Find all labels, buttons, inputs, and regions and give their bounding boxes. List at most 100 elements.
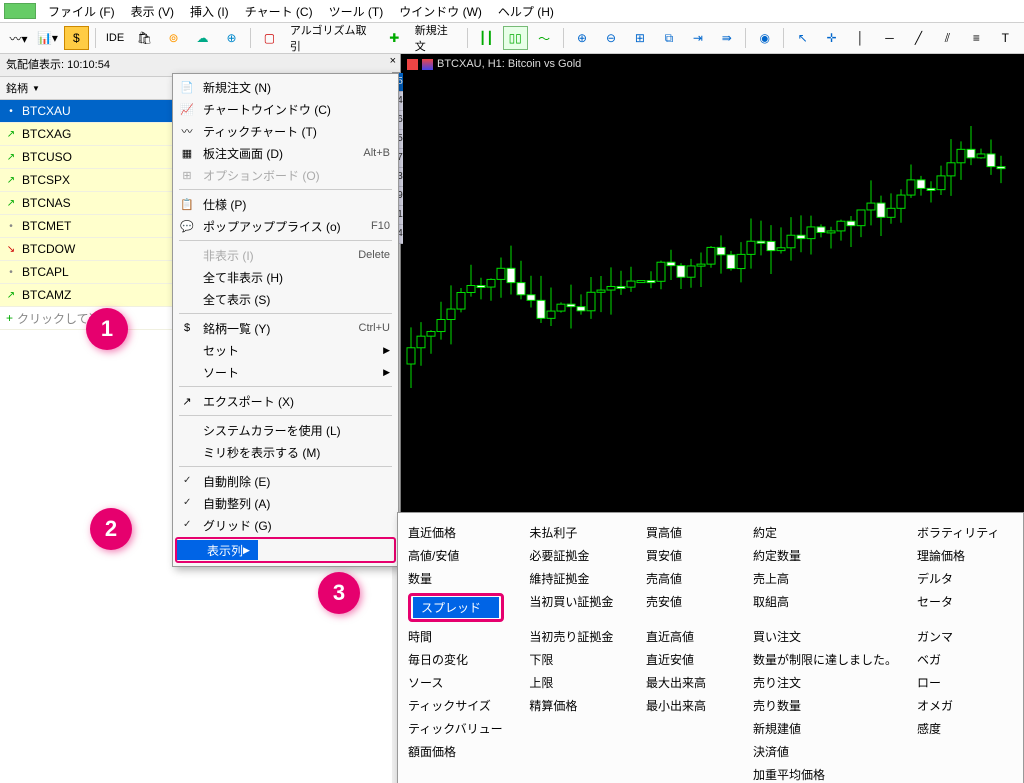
- context-item[interactable]: ソート▶: [173, 361, 398, 383]
- submenu-item[interactable]: 加重平均価格: [743, 763, 907, 783]
- submenu-item[interactable]: 未払利子: [519, 521, 636, 544]
- trendline-icon[interactable]: ╱: [906, 26, 931, 50]
- camera-icon[interactable]: ◉: [752, 26, 777, 50]
- menu-file[interactable]: ファイル (F): [40, 3, 123, 20]
- new-order-button[interactable]: 新規注文: [409, 22, 463, 54]
- submenu-item-spread[interactable]: スプレッド: [408, 593, 504, 622]
- dollar-icon[interactable]: $: [64, 26, 89, 50]
- submenu-item[interactable]: 下限: [519, 648, 636, 671]
- line-type-icon[interactable]: 〰▾: [6, 26, 31, 50]
- submenu-item[interactable]: 理論価格: [907, 544, 1023, 567]
- context-item[interactable]: セット▶: [173, 339, 398, 361]
- submenu-item[interactable]: 売上高: [743, 567, 907, 590]
- submenu-item[interactable]: 約定数量: [743, 544, 907, 567]
- submenu-item[interactable]: 直近安値: [636, 648, 743, 671]
- tile-icon[interactable]: ⧉: [656, 26, 681, 50]
- shift-icon[interactable]: ⇥: [685, 26, 710, 50]
- submenu-item[interactable]: 維持証拠金: [519, 567, 636, 590]
- submenu-item[interactable]: 取組高: [743, 590, 907, 625]
- submenu-item[interactable]: 当初売り証拠金: [519, 625, 636, 648]
- submenu-item[interactable]: 売り注文: [743, 671, 907, 694]
- context-item[interactable]: ▦板注文画面 (D)Alt+B: [173, 142, 398, 164]
- wifi-icon[interactable]: ⊚: [161, 26, 186, 50]
- submenu-item[interactable]: 新規建値: [743, 717, 907, 740]
- submenu-item[interactable]: デルタ: [907, 567, 1023, 590]
- submenu-item[interactable]: 直近価格: [398, 521, 519, 544]
- menu-view[interactable]: 表示 (V): [123, 3, 182, 20]
- submenu-item[interactable]: 数量: [398, 567, 519, 590]
- context-item-columns[interactable]: 表示列▶: [175, 537, 396, 563]
- cloud-icon[interactable]: ☁: [190, 26, 215, 50]
- ide-button[interactable]: IDE: [100, 32, 130, 44]
- menu-chart[interactable]: チャート (C): [237, 3, 321, 20]
- submenu-item[interactable]: 最小出来高: [636, 694, 743, 717]
- menu-window[interactable]: ウインドウ (W): [391, 3, 490, 20]
- line-chart-icon[interactable]: 〜: [532, 26, 557, 50]
- menu-help[interactable]: ヘルプ (H): [490, 3, 562, 20]
- zoom-in-icon[interactable]: ⊕: [570, 26, 595, 50]
- submenu-item[interactable]: 精算価格: [519, 694, 636, 717]
- context-item[interactable]: ✓自動削除 (E): [173, 470, 398, 492]
- shopping-icon[interactable]: 🛍: [132, 26, 157, 50]
- close-icon[interactable]: ×: [390, 55, 396, 67]
- submenu-item[interactable]: 時間: [398, 625, 519, 648]
- submenu-item[interactable]: スプレッド: [398, 590, 519, 625]
- submenu-item[interactable]: 買安値: [636, 544, 743, 567]
- context-item[interactable]: ミリ秒を表示する (M): [173, 441, 398, 463]
- context-item[interactable]: 📋仕様 (P): [173, 193, 398, 215]
- new-order-plus-icon[interactable]: ✚: [382, 26, 407, 50]
- submenu-item[interactable]: ガンマ: [907, 625, 1023, 648]
- context-item[interactable]: ✓自動整列 (A): [173, 492, 398, 514]
- bars-icon[interactable]: ┃┃: [474, 26, 499, 50]
- stop-icon[interactable]: ▢: [257, 26, 282, 50]
- zoom-out-icon[interactable]: ⊖: [599, 26, 624, 50]
- submenu-item[interactable]: 毎日の変化: [398, 648, 519, 671]
- submenu-item[interactable]: 決済値: [743, 740, 907, 763]
- context-item[interactable]: 全て非表示 (H): [173, 266, 398, 288]
- submenu-item[interactable]: 売安値: [636, 590, 743, 625]
- menu-tools[interactable]: ツール (T): [321, 3, 392, 20]
- globe-icon[interactable]: ⊕: [219, 26, 244, 50]
- algo-trade-button[interactable]: アルゴリズム取引: [284, 22, 380, 54]
- equidistant-icon[interactable]: ⫽: [935, 26, 960, 50]
- context-item[interactable]: 全て表示 (S): [173, 288, 398, 310]
- submenu-item[interactable]: ティックサイズ: [398, 694, 519, 717]
- chart-type-icon[interactable]: 📊▾: [35, 26, 60, 50]
- grid-icon[interactable]: ⊞: [627, 26, 652, 50]
- cursor-icon[interactable]: ↖: [790, 26, 815, 50]
- submenu-item[interactable]: ベガ: [907, 648, 1023, 671]
- submenu-item[interactable]: 感度: [907, 717, 1023, 740]
- text-icon[interactable]: T: [993, 26, 1018, 50]
- autoscroll-icon[interactable]: ⇛: [714, 26, 739, 50]
- submenu-item[interactable]: 高値/安値: [398, 544, 519, 567]
- candles-icon[interactable]: ▯▯: [503, 26, 528, 50]
- context-item[interactable]: 📈チャートウインドウ (C): [173, 98, 398, 120]
- vline-icon[interactable]: │: [848, 26, 873, 50]
- context-item[interactable]: 💬ポップアッププライス (o)F10: [173, 215, 398, 237]
- submenu-item[interactable]: ソース: [398, 671, 519, 694]
- submenu-item[interactable]: 当初買い証拠金: [519, 590, 636, 625]
- submenu-item[interactable]: 上限: [519, 671, 636, 694]
- submenu-item[interactable]: ボラティリティ: [907, 521, 1023, 544]
- submenu-item[interactable]: 買い注文: [743, 625, 907, 648]
- submenu-item[interactable]: 売高値: [636, 567, 743, 590]
- context-item[interactable]: ↗エクスポート (X): [173, 390, 398, 412]
- context-item[interactable]: 📄新規注文 (N): [173, 76, 398, 98]
- fibo-icon[interactable]: ≡: [964, 26, 989, 50]
- context-item[interactable]: システムカラーを使用 (L): [173, 419, 398, 441]
- submenu-item[interactable]: ロー: [907, 671, 1023, 694]
- submenu-item[interactable]: 売り数量: [743, 694, 907, 717]
- submenu-item[interactable]: 数量が制限に達しました。: [743, 648, 907, 671]
- menu-insert[interactable]: 挿入 (I): [182, 3, 237, 20]
- crosshair-icon[interactable]: ✛: [819, 26, 844, 50]
- context-item[interactable]: $銘柄一覧 (Y)Ctrl+U: [173, 317, 398, 339]
- context-item[interactable]: ✓グリッド (G): [173, 514, 398, 536]
- submenu-item[interactable]: 最大出来高: [636, 671, 743, 694]
- submenu-item[interactable]: オメガ: [907, 694, 1023, 717]
- submenu-item[interactable]: 買高値: [636, 521, 743, 544]
- submenu-item[interactable]: セータ: [907, 590, 1023, 625]
- submenu-item[interactable]: ティックバリュー: [398, 717, 519, 740]
- submenu-item[interactable]: 約定: [743, 521, 907, 544]
- context-item[interactable]: 〰ティックチャート (T): [173, 120, 398, 142]
- submenu-item[interactable]: 必要証拠金: [519, 544, 636, 567]
